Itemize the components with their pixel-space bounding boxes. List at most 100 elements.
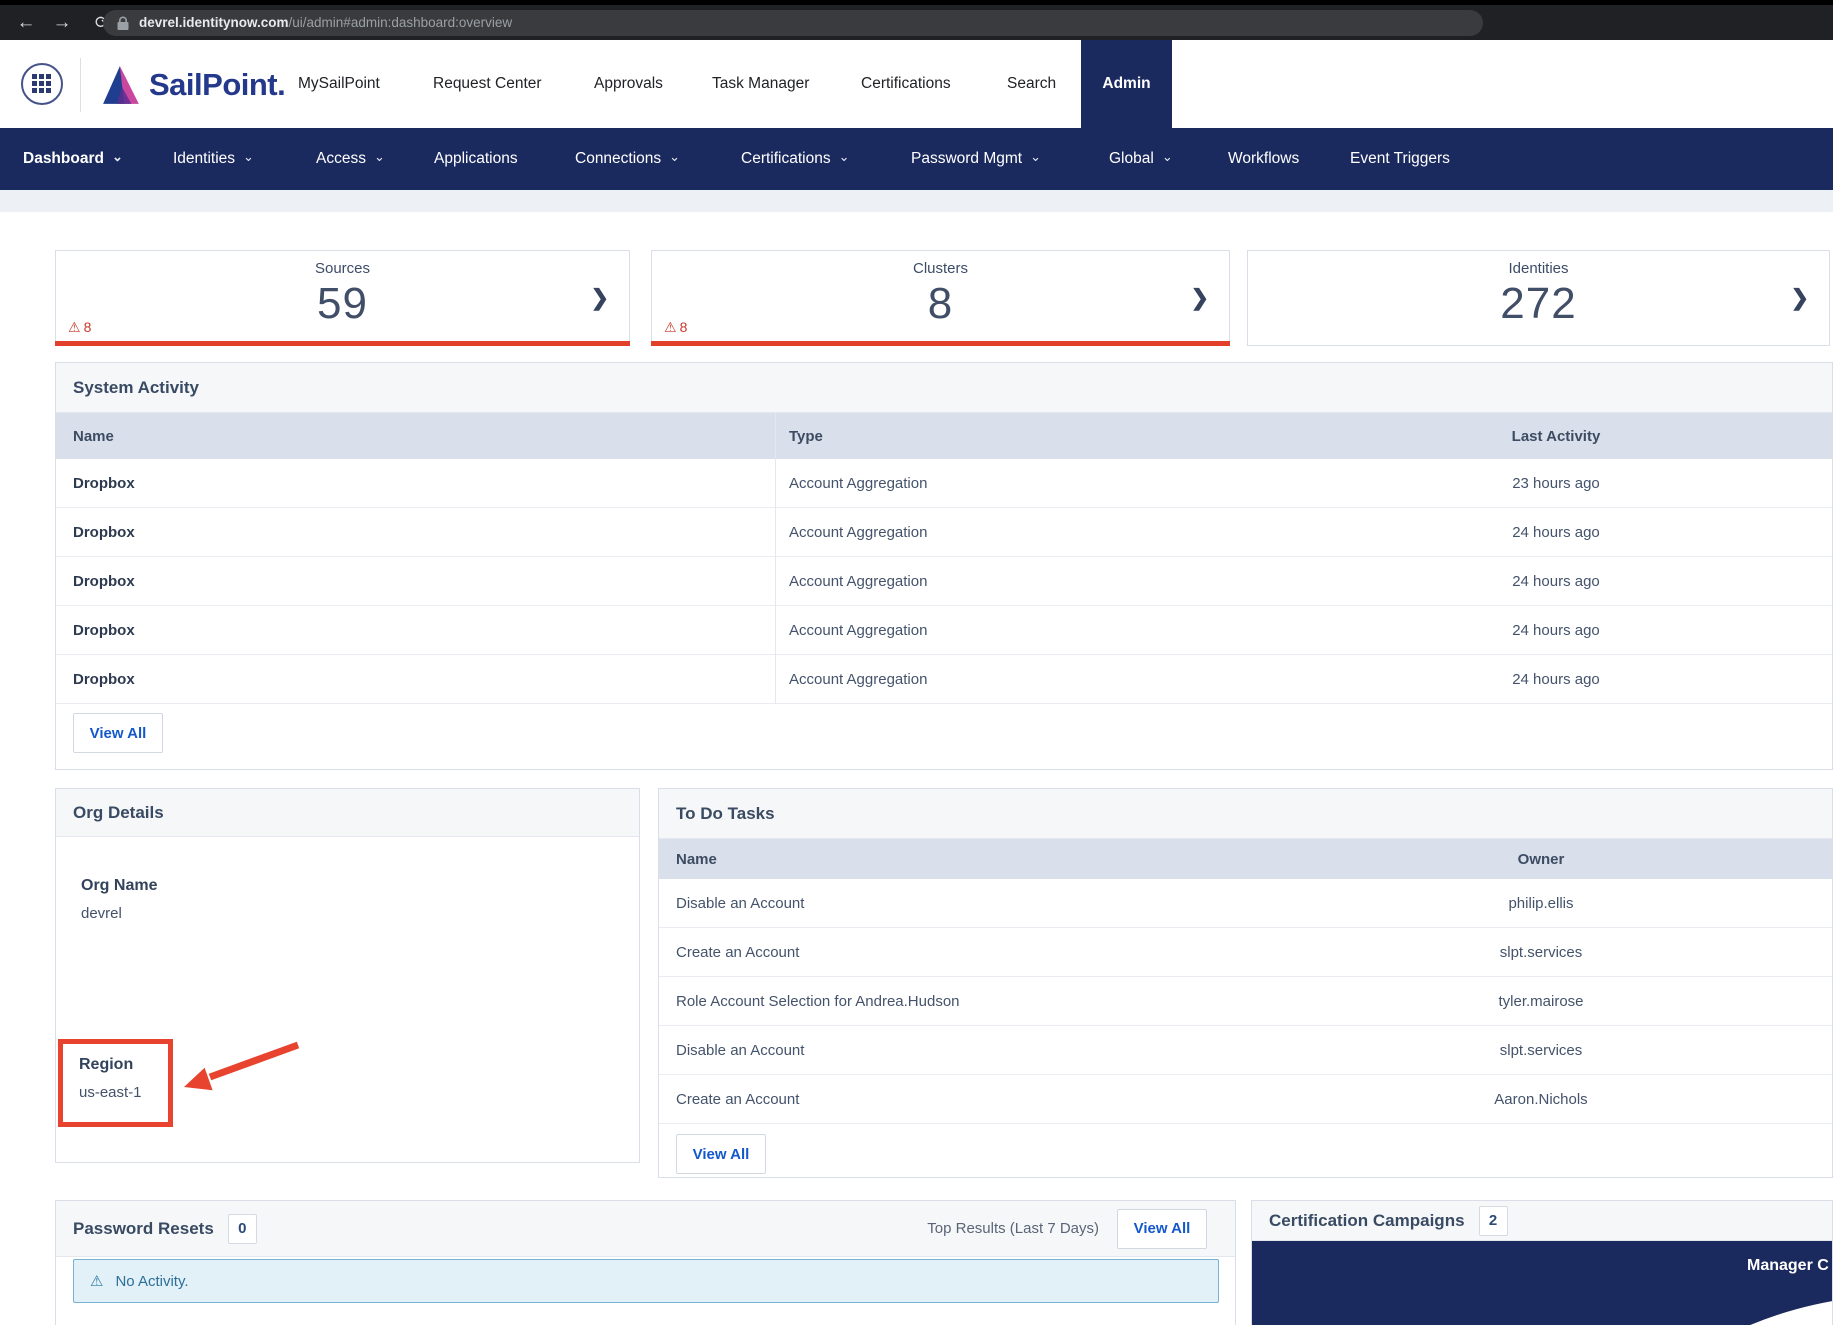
task-name: Disable an Account xyxy=(676,879,804,927)
no-activity-banner: ⚠ No Activity. xyxy=(73,1259,1219,1303)
subnav-dashboard[interactable]: Dashboard⌄ xyxy=(23,128,123,190)
todo-task-row[interactable]: Role Account Selection for Andrea.Hudson… xyxy=(659,977,1832,1026)
activity-type: Account Aggregation xyxy=(789,655,927,703)
topnav-request-center[interactable]: Request Center xyxy=(433,40,542,128)
todo-task-row[interactable]: Disable an Account philip.ellis xyxy=(659,879,1832,928)
org-name-value: devrel xyxy=(81,905,122,922)
chevron-down-icon: ⌄ xyxy=(1162,126,1173,188)
activity-last: 24 hours ago xyxy=(1296,606,1816,654)
subnav-event-triggers[interactable]: Event Triggers xyxy=(1350,128,1450,190)
task-name: Role Account Selection for Andrea.Hudson xyxy=(676,977,960,1025)
task-owner: philip.ellis xyxy=(1291,879,1791,927)
sailpoint-admin-dashboard: ← → ⟳ devrel.identitynow.com/ui/admin#ad… xyxy=(0,0,1833,1325)
subnav-identities[interactable]: Identities⌄ xyxy=(173,128,254,190)
address-bar[interactable]: devrel.identitynow.com/ui/admin#admin:da… xyxy=(103,10,1483,36)
activity-type: Account Aggregation xyxy=(789,459,927,507)
certification-campaigns-panel: Certification Campaigns 2 Manager C xyxy=(1251,1200,1833,1325)
app-launcher-waffle-icon[interactable] xyxy=(21,63,63,105)
campaign-card[interactable]: Manager C xyxy=(1252,1241,1832,1325)
clusters-warning-count: 8 xyxy=(680,319,688,335)
sources-stat-card[interactable]: Sources 59 ❯ ⚠8 xyxy=(55,250,630,346)
topnav-task-manager[interactable]: Task Manager xyxy=(712,40,809,128)
page-background-band xyxy=(0,190,1833,212)
org-name-label: Org Name xyxy=(81,877,157,895)
subnav-connections-label: Connections xyxy=(575,150,661,167)
todo-task-row[interactable]: Create an Account Aaron.Nichols xyxy=(659,1075,1832,1124)
password-resets-header: Password Resets 0 Top Results (Last 7 Da… xyxy=(56,1201,1235,1257)
password-resets-count-badge: 0 xyxy=(228,1214,257,1244)
activity-last: 24 hours ago xyxy=(1296,655,1816,703)
identities-card-value: 272 xyxy=(1248,279,1829,329)
topnav-certifications[interactable]: Certifications xyxy=(861,40,951,128)
clusters-alert-underline xyxy=(651,341,1230,346)
browser-chrome: ← → ⟳ devrel.identitynow.com/ui/admin#ad… xyxy=(0,0,1833,40)
identities-stat-card[interactable]: Identities 272 ❯ xyxy=(1247,250,1830,346)
todo-task-row[interactable]: Create an Account slpt.services xyxy=(659,928,1832,977)
todo-view-all-button[interactable]: View All xyxy=(676,1134,766,1174)
warning-icon: ⚠ xyxy=(68,319,81,335)
todo-task-row[interactable]: Disable an Account slpt.services xyxy=(659,1026,1832,1075)
system-activity-row[interactable]: Dropbox Account Aggregation 24 hours ago xyxy=(56,557,1832,606)
task-name: Disable an Account xyxy=(676,1026,804,1074)
region-value: us-east-1 xyxy=(79,1084,142,1101)
password-resets-view-all-button[interactable]: View All xyxy=(1117,1209,1207,1249)
column-header-owner: Owner xyxy=(1291,839,1791,879)
topnav-approvals[interactable]: Approvals xyxy=(594,40,663,128)
chevron-down-icon: ⌄ xyxy=(112,126,123,188)
topnav-mysailpoint[interactable]: MySailPoint xyxy=(298,40,380,128)
activity-name: Dropbox xyxy=(73,557,135,605)
system-activity-row[interactable]: Dropbox Account Aggregation 24 hours ago xyxy=(56,508,1832,557)
identities-card-label: Identities xyxy=(1248,260,1829,277)
subnav-workflows[interactable]: Workflows xyxy=(1228,128,1299,190)
chevron-down-icon: ⌄ xyxy=(374,126,385,188)
system-activity-view-all-button[interactable]: View All xyxy=(73,713,163,753)
subnav-access[interactable]: Access⌄ xyxy=(316,128,385,190)
task-name: Create an Account xyxy=(676,1075,799,1123)
topnav-search[interactable]: Search xyxy=(1007,40,1056,128)
chevron-down-icon: ⌄ xyxy=(669,126,680,188)
subnav-connections[interactable]: Connections ⌄ xyxy=(575,128,680,190)
system-activity-row[interactable]: Dropbox Account Aggregation 24 hours ago xyxy=(56,606,1832,655)
activity-name: Dropbox xyxy=(73,459,135,507)
chevron-right-icon: ❯ xyxy=(1191,285,1209,311)
clusters-card-value: 8 xyxy=(652,279,1229,329)
certification-campaigns-count-badge: 2 xyxy=(1479,1206,1508,1236)
activity-name: Dropbox xyxy=(73,606,135,654)
task-owner: tyler.mairose xyxy=(1291,977,1791,1025)
system-activity-title: System Activity xyxy=(56,363,1832,413)
certification-campaigns-title: Certification Campaigns xyxy=(1269,1211,1465,1231)
subnav-global[interactable]: Global ⌄ xyxy=(1109,128,1173,190)
certification-campaigns-header: Certification Campaigns 2 xyxy=(1252,1201,1832,1241)
activity-name: Dropbox xyxy=(73,508,135,556)
clusters-stat-card[interactable]: Clusters 8 ❯ ⚠8 xyxy=(651,250,1230,346)
subnav-certifications[interactable]: Certifications⌄ xyxy=(741,128,850,190)
column-header-type: Type xyxy=(789,413,823,459)
subnav-password-mgmt[interactable]: Password Mgmt⌄ xyxy=(911,128,1041,190)
system-activity-row[interactable]: Dropbox Account Aggregation 23 hours ago xyxy=(56,459,1832,508)
activity-last: 24 hours ago xyxy=(1296,557,1816,605)
admin-subnav: Dashboard⌄ Identities⌄ Access⌄ Applicati… xyxy=(0,128,1833,190)
url-text: devrel.identitynow.com/ui/admin#admin:da… xyxy=(139,10,512,36)
topnav-admin-active-tab[interactable]: Admin xyxy=(1081,40,1172,128)
no-activity-text: No Activity. xyxy=(115,1273,188,1290)
sailpoint-logo[interactable]: SailPoint. xyxy=(100,62,285,108)
column-header-name: Name xyxy=(676,839,717,879)
system-activity-panel: System Activity Name Type Last Activity … xyxy=(55,362,1833,770)
system-activity-row[interactable]: Dropbox Account Aggregation 24 hours ago xyxy=(56,655,1832,704)
browser-forward-icon[interactable]: → xyxy=(48,9,76,37)
activity-last: 23 hours ago xyxy=(1296,459,1816,507)
sources-card-value: 59 xyxy=(56,279,629,329)
activity-type: Account Aggregation xyxy=(789,508,927,556)
browser-back-icon[interactable]: ← xyxy=(12,9,40,37)
activity-type: Account Aggregation xyxy=(789,606,927,654)
clusters-warning-badge: ⚠8 xyxy=(664,319,687,336)
subnav-applications[interactable]: Applications xyxy=(434,128,518,190)
info-warning-icon: ⚠ xyxy=(90,1272,103,1290)
sources-card-label: Sources xyxy=(56,260,629,277)
sailpoint-sail-icon xyxy=(100,64,144,106)
password-resets-title: Password Resets xyxy=(73,1219,214,1239)
subnav-global-label: Global xyxy=(1109,150,1154,167)
chevron-down-icon: ⌄ xyxy=(243,126,254,188)
subnav-password-mgmt-label: Password Mgmt xyxy=(911,150,1022,167)
password-resets-panel: Password Resets 0 Top Results (Last 7 Da… xyxy=(55,1200,1236,1325)
